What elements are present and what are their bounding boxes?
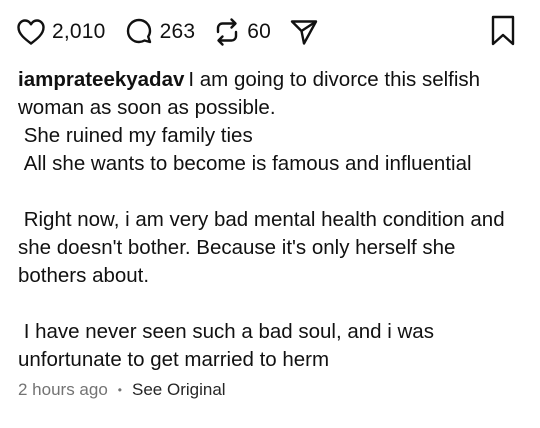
comment-icon	[124, 17, 154, 47]
post-timestamp: 2 hours ago	[18, 380, 108, 399]
caption-paragraph: I have never seen such a bad soul, and i…	[18, 320, 440, 371]
caption-paragraph: Right now, i am very bad mental health c…	[18, 208, 511, 287]
caption-line: All she wants to become is famous and in…	[18, 152, 472, 175]
caption-line: She ruined my family ties	[18, 124, 253, 147]
meta-separator: •	[117, 383, 122, 397]
action-bar: 2,010 263 60	[16, 12, 524, 52]
caption-first-paragraph: iamprateekyadav I am going to divorce thi…	[18, 66, 523, 122]
share-icon	[289, 18, 319, 46]
post-meta: 2 hours ago • See Original	[18, 380, 226, 400]
repost-count: 60	[247, 20, 271, 43]
heart-icon	[16, 18, 46, 46]
post-caption: iamprateekyadav I am going to divorce thi…	[18, 66, 523, 374]
repost-button[interactable]: 60	[213, 17, 271, 47]
see-original-link[interactable]: See Original	[132, 380, 226, 400]
author-username[interactable]: iamprateekyadav	[18, 68, 184, 91]
repost-icon	[213, 17, 241, 47]
post-card: 2,010 263 60 iamprateekyadav I am going …	[0, 0, 540, 428]
like-count: 2,010	[52, 20, 106, 43]
comment-count: 263	[159, 20, 196, 43]
share-button[interactable]	[289, 18, 319, 46]
like-button[interactable]: 2,010	[16, 18, 106, 46]
bookmark-icon	[490, 15, 516, 52]
save-button[interactable]	[490, 14, 516, 53]
comment-button[interactable]: 263	[124, 17, 196, 47]
